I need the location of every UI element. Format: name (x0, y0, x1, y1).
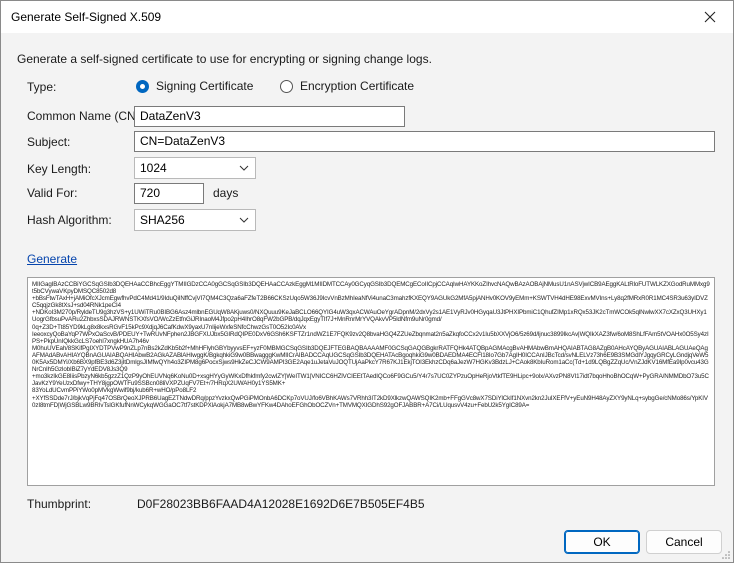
key-length-select[interactable]: 1024 (134, 157, 256, 179)
valid-for-unit: days (213, 186, 239, 200)
radio-encryption-certificate[interactable]: Encryption Certificate (280, 79, 414, 93)
thumbprint-value: D0F28023BB6FAAD4A12028E1692D6E7B505EF4B5 (137, 497, 425, 511)
key-length-value: 1024 (140, 161, 167, 175)
close-icon (704, 11, 716, 23)
subject-label: Subject: (27, 135, 71, 149)
valid-for-input[interactable]: 720 (134, 183, 204, 204)
window-title: Generate Self-Signed X.509 (11, 10, 162, 24)
radio-button-unchecked[interactable] (280, 79, 293, 93)
hash-algorithm-select[interactable]: SHA256 (134, 209, 256, 231)
resize-grip-icon[interactable] (721, 550, 731, 560)
valid-for-label: Valid For: (27, 186, 78, 200)
radio-button-checked[interactable] (136, 79, 149, 93)
certificate-textarea[interactable]: MIIGagIBAzCCBiYGCSqGSIb3DQEHAaCCBhcEggYT… (27, 277, 715, 486)
title-bar: Generate Self-Signed X.509 (1, 1, 733, 33)
generate-link[interactable]: Generate (27, 252, 77, 266)
radio-signing-certificate[interactable]: Signing Certificate (136, 79, 253, 93)
key-length-label: Key Length: (27, 162, 92, 176)
generate-x509-dialog: Generate Self-Signed X.509 Generate a se… (0, 0, 734, 563)
close-button[interactable] (687, 1, 733, 33)
chevron-down-icon (239, 165, 249, 171)
ok-button[interactable]: OK (564, 530, 640, 554)
subject-input[interactable]: CN=DataZenV3 (134, 131, 715, 152)
thumbprint-label: Thumbprint: (27, 497, 92, 511)
intro-text: Generate a self-signed certificate to us… (17, 52, 432, 66)
type-label: Type: (27, 80, 57, 94)
cancel-button[interactable]: Cancel (646, 530, 722, 554)
certificate-text: MIIGagIBAzCCBiYGCSqGSIb3DQEHAaCCBhcEggYT… (32, 281, 710, 409)
hash-algorithm-label: Hash Algorithm: (27, 213, 112, 227)
hash-algorithm-value: SHA256 (140, 213, 185, 227)
common-name-input[interactable]: DataZenV3 (134, 106, 405, 127)
common-name-label: Common Name (CN): (27, 109, 144, 123)
radio-signing-label: Signing Certificate (156, 79, 254, 93)
dialog-body: Generate a self-signed certificate to us… (1, 33, 733, 562)
chevron-down-icon (239, 217, 249, 223)
radio-encryption-label: Encryption Certificate (300, 79, 415, 93)
